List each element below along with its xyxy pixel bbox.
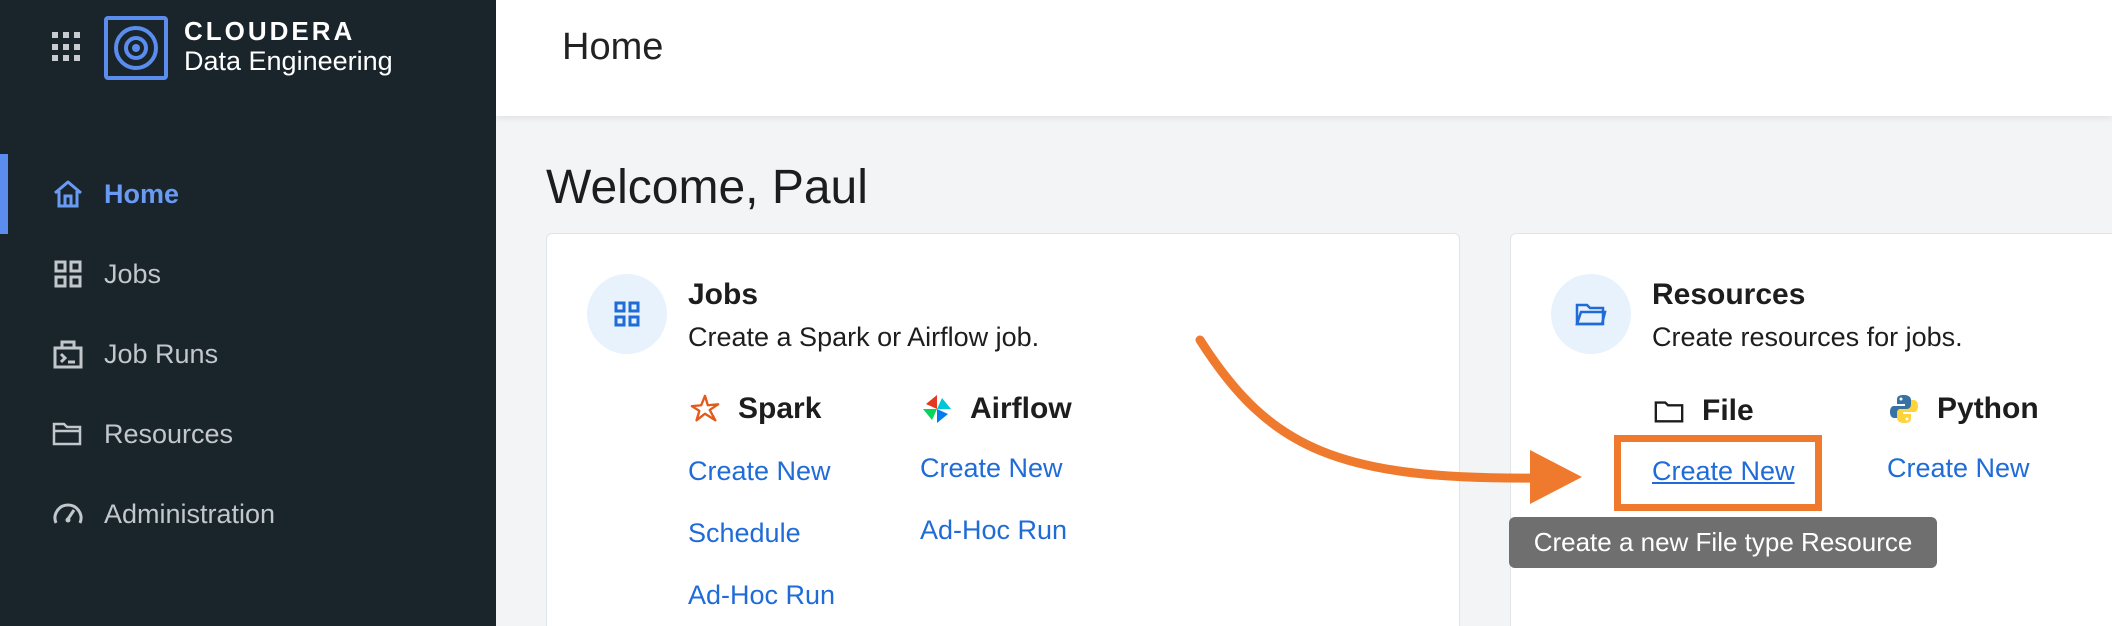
python-heading: Python [1887,392,2039,426]
sidebar-item-label: Administration [104,498,276,529]
spark-create-new-link[interactable]: Create New [688,456,831,487]
spark-ad-hoc-run-link[interactable]: Ad-Hoc Run [688,580,835,611]
gauge-icon [50,496,86,532]
file-heading: File [1652,394,1754,428]
sidebar-item-label: Job Runs [104,338,219,369]
spark-icon [688,392,722,426]
airflow-ad-hoc-run-link[interactable]: Ad-Hoc Run [920,515,1067,546]
file-folder-icon [1652,394,1686,428]
welcome-heading: Welcome, Paul [546,161,868,214]
sidebar-nav: Home Jobs Job Runs Resources Administrat… [0,154,496,554]
sidebar-item-label: Resources [104,418,234,449]
jobs-grid-icon [50,256,86,292]
resources-card-description: Create resources for jobs. [1652,322,1963,352]
job-runs-icon [50,336,86,372]
annotation-arrow-icon [1195,335,1582,504]
jobs-card-description: Create a Spark or Airflow job. [688,322,1040,352]
airflow-icon [920,392,954,426]
sidebar-item-home[interactable]: Home [0,154,496,234]
sidebar-item-administration[interactable]: Administration [0,474,496,554]
resources-card-title: Resources [1652,278,1806,311]
sidebar-item-job-runs[interactable]: Job Runs [0,314,496,394]
file-title: File [1702,394,1754,427]
page-title: Home [562,26,664,68]
folder-icon [50,416,86,452]
sidebar-item-resources[interactable]: Resources [0,394,496,474]
sidebar-item-jobs[interactable]: Jobs [0,234,496,314]
brand-name: CLOUDERA [184,16,356,46]
python-create-new-link[interactable]: Create New [1887,453,2030,484]
sidebar-item-label: Jobs [104,258,162,289]
jobs-card-title: Jobs [688,278,759,311]
tooltip: Create a new File type Resource [1509,517,1937,568]
airflow-title: Airflow [970,392,1072,425]
top-bar: Home [496,0,2112,116]
app-switcher-grid-icon[interactable] [52,32,82,62]
brand-product: Data Engineering [184,46,393,76]
annotation-highlight-box [1614,435,1822,511]
sidebar-item-label: Home [104,178,180,209]
airflow-create-new-link[interactable]: Create New [920,453,1063,484]
spark-heading: Spark [688,392,821,426]
spark-schedule-link[interactable]: Schedule [688,518,801,549]
cloudera-logo-icon [104,16,168,80]
python-icon [1887,392,1921,426]
jobs-grid-icon [587,274,667,354]
airflow-heading: Airflow [920,392,1072,426]
python-title: Python [1937,392,2039,425]
home-icon [50,176,86,212]
sidebar: CLOUDERA Data Engineering Home Jobs Job … [0,0,496,626]
spark-title: Spark [738,392,822,425]
